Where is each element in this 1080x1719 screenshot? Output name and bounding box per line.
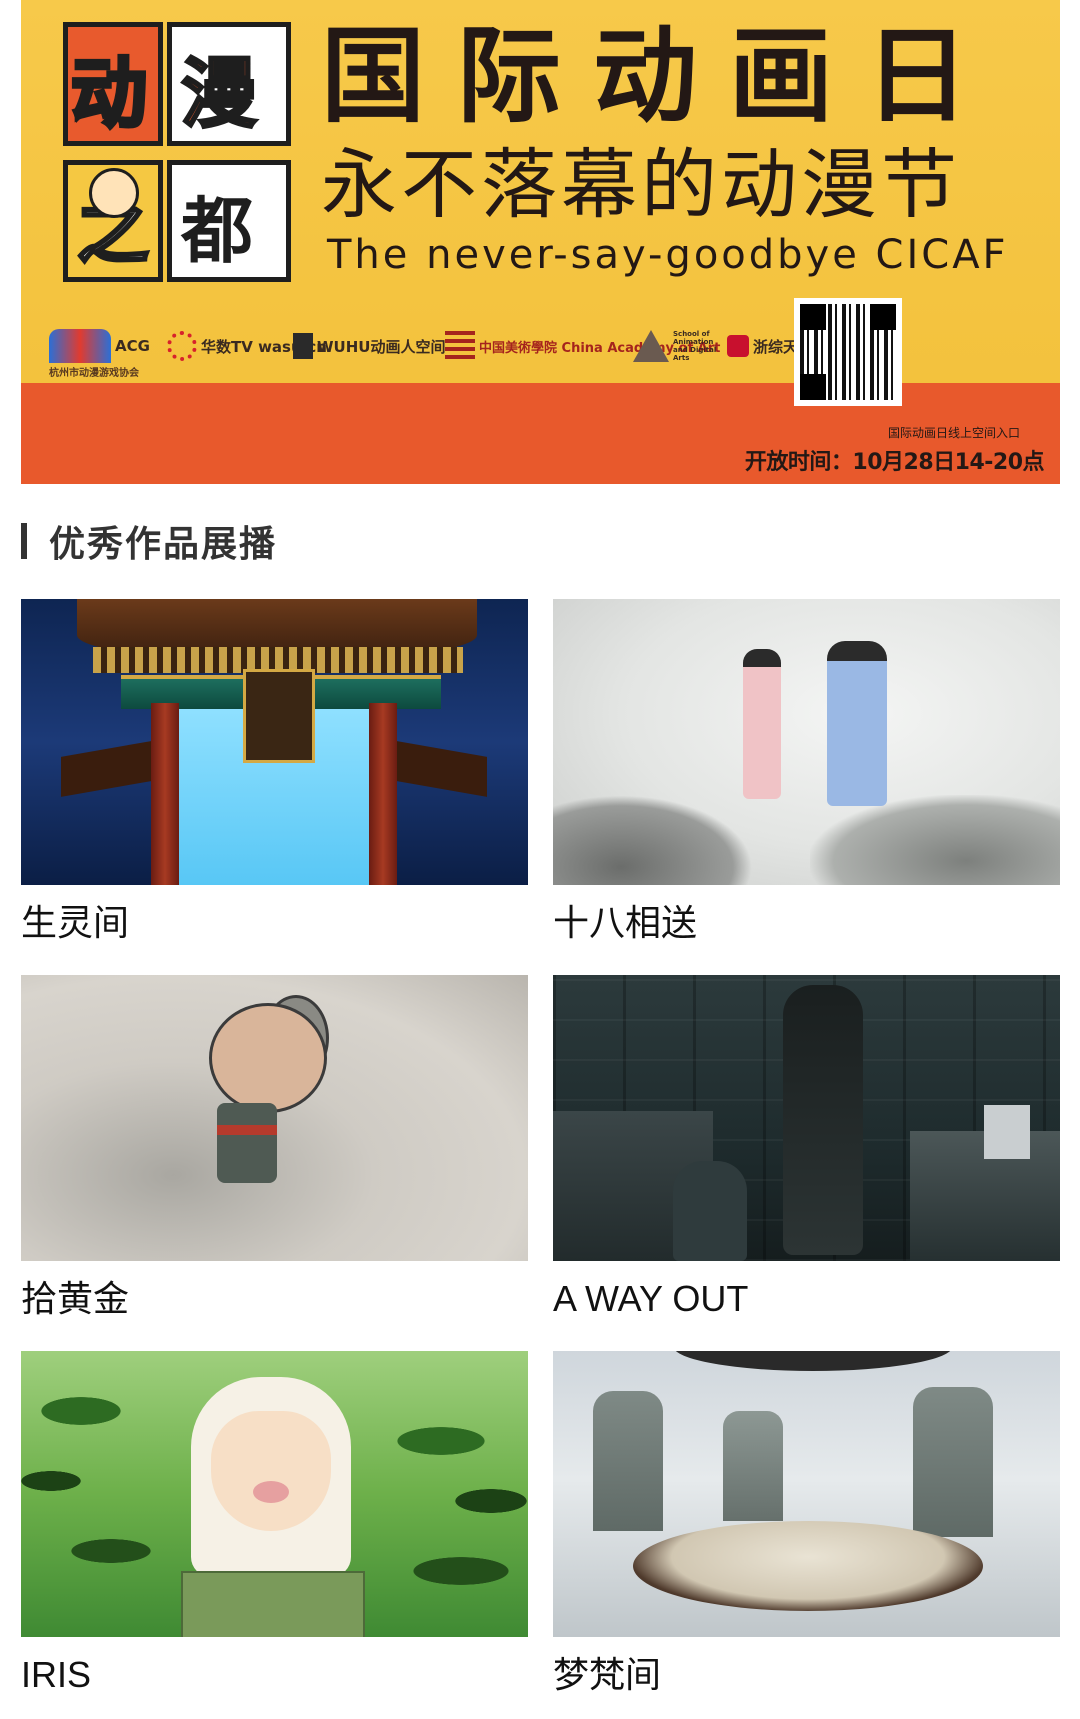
sponsor-caption: 杭州市动漫游戏协会 — [49, 368, 139, 379]
work-thumbnail[interactable] — [21, 975, 528, 1261]
work-title[interactable]: 梦梵间 — [553, 1653, 1060, 1697]
ink-mountain — [810, 795, 1060, 885]
sponsor-wuhu-logo: WUHU动画人空间 — [293, 318, 445, 374]
banner-english-subtitle: The never-say-goodbye CICAF — [327, 232, 1009, 278]
lx-mark-icon — [727, 335, 749, 357]
work-thumbnail[interactable] — [553, 975, 1060, 1261]
work-card[interactable]: IRIS — [21, 1351, 528, 1697]
sponsor-school-logo: School of Animation and Digital Arts — [633, 318, 729, 374]
gate-pillar — [369, 703, 397, 885]
work-thumbnail[interactable] — [553, 1351, 1060, 1637]
open-time: 开放时间：10月28日14-20点 — [744, 450, 1045, 475]
work-title[interactable]: 生灵间 — [21, 901, 528, 945]
character-mouth — [253, 1481, 289, 1503]
event-banner[interactable]: 动 漫 之 都 国际动画日 永不落幕的动漫节 The never-say-goo… — [21, 0, 1060, 484]
section-accent-bar — [21, 523, 27, 559]
sponsor-label: ACG — [115, 337, 150, 355]
sponsor-label: School of Animation and Digital Arts — [673, 330, 717, 362]
section-title: 优秀作品展播 — [49, 524, 278, 565]
paper-stack — [984, 1105, 1030, 1159]
held-map — [181, 1571, 365, 1637]
character-belt — [217, 1125, 277, 1135]
standing-figure — [783, 985, 863, 1255]
banner-subtitle: 永不落幕的动漫节 — [321, 140, 961, 229]
figure-blue-robe — [827, 641, 887, 806]
gate-plaque — [243, 669, 315, 763]
floating-object — [673, 1351, 953, 1371]
work-title[interactable]: A WAY OUT — [553, 1277, 1060, 1321]
banner-title: 国际动画日 — [321, 15, 1002, 137]
caa-emblem-icon — [445, 331, 475, 361]
child-figure — [673, 1161, 747, 1261]
figure-pink-robe — [743, 649, 781, 799]
work-title[interactable]: 拾黄金 — [21, 1277, 528, 1321]
wasu-sun-icon — [167, 331, 197, 361]
acg-tower-icon — [49, 329, 111, 363]
gate-pillar — [151, 703, 179, 885]
stone-peak — [593, 1391, 663, 1531]
stone-peak — [723, 1411, 783, 1521]
work-card[interactable]: 梦梵间 — [553, 1351, 1060, 1697]
wuhu-mark-icon — [293, 333, 313, 359]
logo-char: 都 — [181, 189, 254, 273]
qr-caption: 国际动画日线上空间入口 — [887, 426, 1020, 440]
stone-disc — [633, 1521, 983, 1611]
qr-code[interactable] — [794, 298, 902, 406]
animation-capital-logo: 动 漫 之 都 — [63, 22, 291, 282]
character-body — [217, 1103, 277, 1183]
character-head — [209, 1003, 327, 1113]
work-thumbnail[interactable] — [21, 1351, 528, 1637]
side-roof — [397, 741, 487, 797]
work-card[interactable]: 生灵间 — [21, 599, 528, 945]
character-face — [211, 1411, 331, 1531]
logo-char: 漫 — [180, 48, 259, 140]
side-roof — [61, 741, 151, 797]
section-header: 优秀作品展播 — [21, 520, 277, 565]
sponsor-acg-logo: ACG 杭州市动漫游戏协会 — [49, 318, 150, 379]
ink-mountain — [553, 795, 753, 885]
work-thumbnail[interactable] — [553, 599, 1060, 885]
sponsor-logos: ACG 杭州市动漫游戏协会 华数TV wasu.cn WUHU动画人空间 中国美… — [49, 318, 813, 380]
sponsor-label: WUHU动画人空间 — [317, 337, 446, 356]
triangle-logo-icon — [633, 330, 669, 362]
work-card[interactable]: A WAY OUT — [553, 975, 1060, 1321]
work-card[interactable]: 十八相送 — [553, 599, 1060, 945]
work-title[interactable]: IRIS — [21, 1653, 528, 1697]
stone-peak — [913, 1387, 993, 1537]
mascot-face-icon — [89, 168, 139, 218]
work-card[interactable]: 拾黄金 — [21, 975, 528, 1321]
work-thumbnail[interactable] — [21, 599, 528, 885]
logo-char: 动 — [69, 47, 149, 140]
work-title[interactable]: 十八相送 — [553, 901, 1060, 945]
qr-code-icon — [800, 304, 896, 400]
